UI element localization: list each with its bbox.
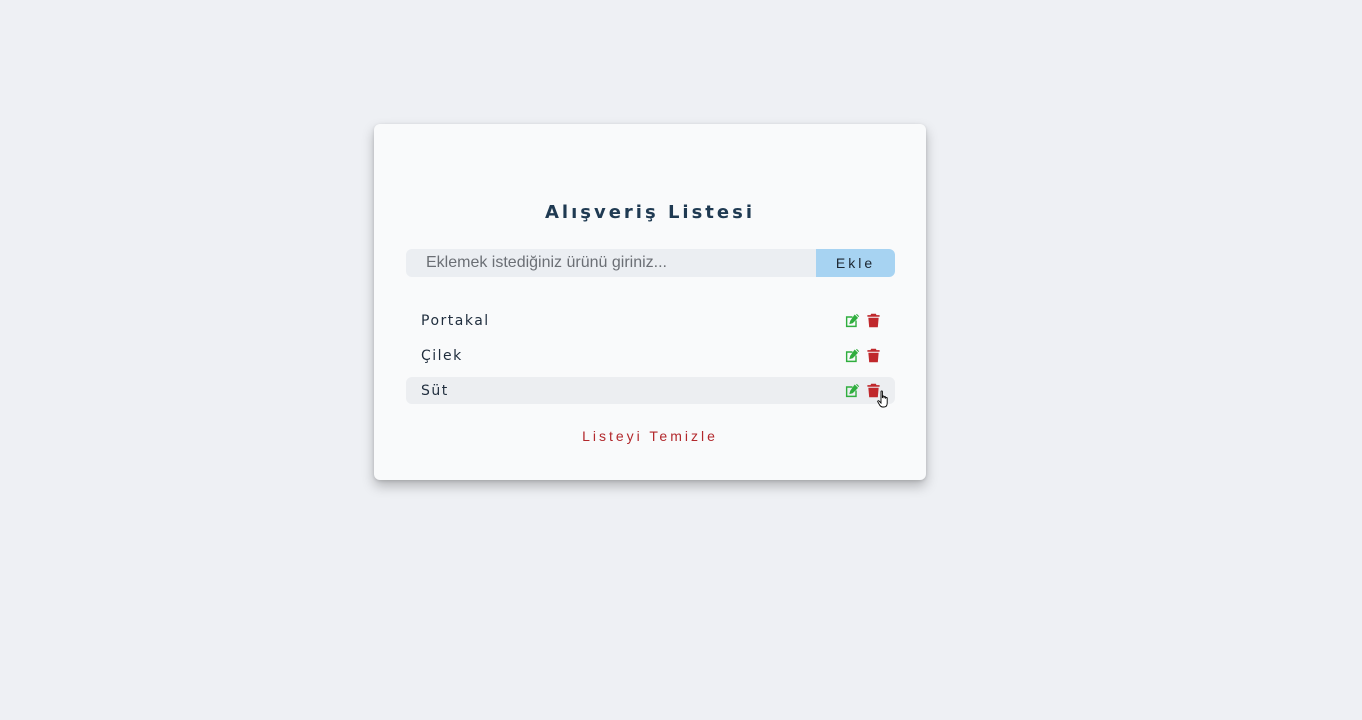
- edit-icon[interactable]: [845, 348, 860, 363]
- trash-icon[interactable]: [866, 348, 881, 363]
- clear-list-button[interactable]: Listeyi Temizle: [550, 428, 750, 444]
- shopping-list-card: Alışveriş Listesi Ekle Portakal Çilek: [374, 124, 926, 480]
- page-title: Alışveriş Listesi: [544, 202, 755, 223]
- add-item-form: Ekle: [406, 249, 895, 277]
- trash-icon[interactable]: [866, 313, 881, 328]
- list-item: Portakal: [406, 307, 895, 334]
- item-actions: [845, 313, 881, 328]
- edit-icon[interactable]: [845, 313, 860, 328]
- item-actions: [845, 348, 881, 363]
- list-item: Çilek: [406, 342, 895, 369]
- trash-icon[interactable]: [866, 383, 881, 398]
- item-list: Portakal Çilek Süt: [406, 307, 895, 412]
- item-label: Çilek: [421, 347, 463, 364]
- item-label: Portakal: [421, 312, 490, 329]
- page: Alışveriş Listesi Ekle Portakal Çilek: [0, 0, 1362, 720]
- item-input[interactable]: [406, 249, 816, 277]
- add-button[interactable]: Ekle: [816, 249, 895, 277]
- item-actions: [845, 383, 881, 398]
- item-label: Süt: [421, 382, 449, 399]
- edit-icon[interactable]: [845, 383, 860, 398]
- list-item: Süt: [406, 377, 895, 404]
